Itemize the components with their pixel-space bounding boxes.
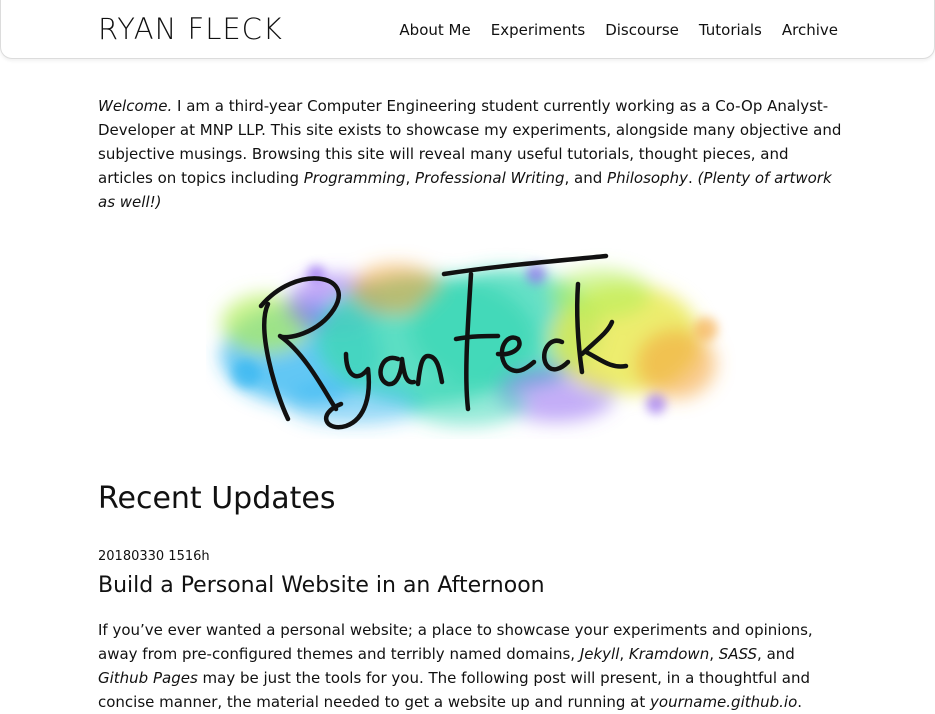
excerpt-separator: , — [709, 645, 719, 663]
post-excerpt: If you’ve ever wanted a personal website… — [98, 618, 843, 714]
intro-separator: . — [688, 169, 698, 187]
topic-programming: Programming — [303, 169, 406, 187]
intro-separator: , and — [564, 169, 608, 187]
site-header: RYAN FLECK About Me Experiments Discours… — [0, 0, 935, 59]
intro-welcome: Welcome. — [98, 97, 173, 115]
post-item: 20180330 1516h Build a Personal Website … — [98, 549, 843, 714]
topic-philosophy: Philosophy — [607, 169, 688, 187]
tool-kramdown: Kramdown — [628, 645, 710, 663]
main-content: Welcome. I am a third-year Computer Engi… — [98, 94, 843, 714]
excerpt-domain: yourname.github.io — [650, 693, 798, 711]
tool-sass: SASS — [718, 645, 758, 663]
intro-paragraph: Welcome. I am a third-year Computer Engi… — [98, 94, 843, 214]
post-date: 20180330 1516h — [98, 549, 210, 564]
main-nav: About Me Experiments Discourse Tutorials… — [379, 21, 838, 39]
post-title-link[interactable]: Build a Personal Website in an Afternoon — [98, 571, 843, 601]
intro-separator: , — [405, 169, 415, 187]
excerpt-separator: , — [619, 645, 629, 663]
nav-experiments[interactable]: Experiments — [491, 21, 585, 39]
site-title-link[interactable]: RYAN FLECK — [98, 12, 283, 46]
signature-banner-image — [220, 253, 718, 430]
tool-github-pages: Github Pages — [98, 669, 198, 687]
recent-updates-heading: Recent Updates — [98, 481, 336, 516]
tool-jekyll: Jekyll — [579, 645, 620, 663]
topic-professional-writing: Professional Writing — [415, 169, 565, 187]
excerpt-text: . — [797, 693, 803, 711]
excerpt-separator: , and — [757, 645, 795, 663]
nav-archive[interactable]: Archive — [782, 21, 838, 39]
nav-about-me[interactable]: About Me — [399, 21, 470, 39]
nav-tutorials[interactable]: Tutorials — [699, 21, 762, 39]
nav-discourse[interactable]: Discourse — [605, 21, 679, 39]
